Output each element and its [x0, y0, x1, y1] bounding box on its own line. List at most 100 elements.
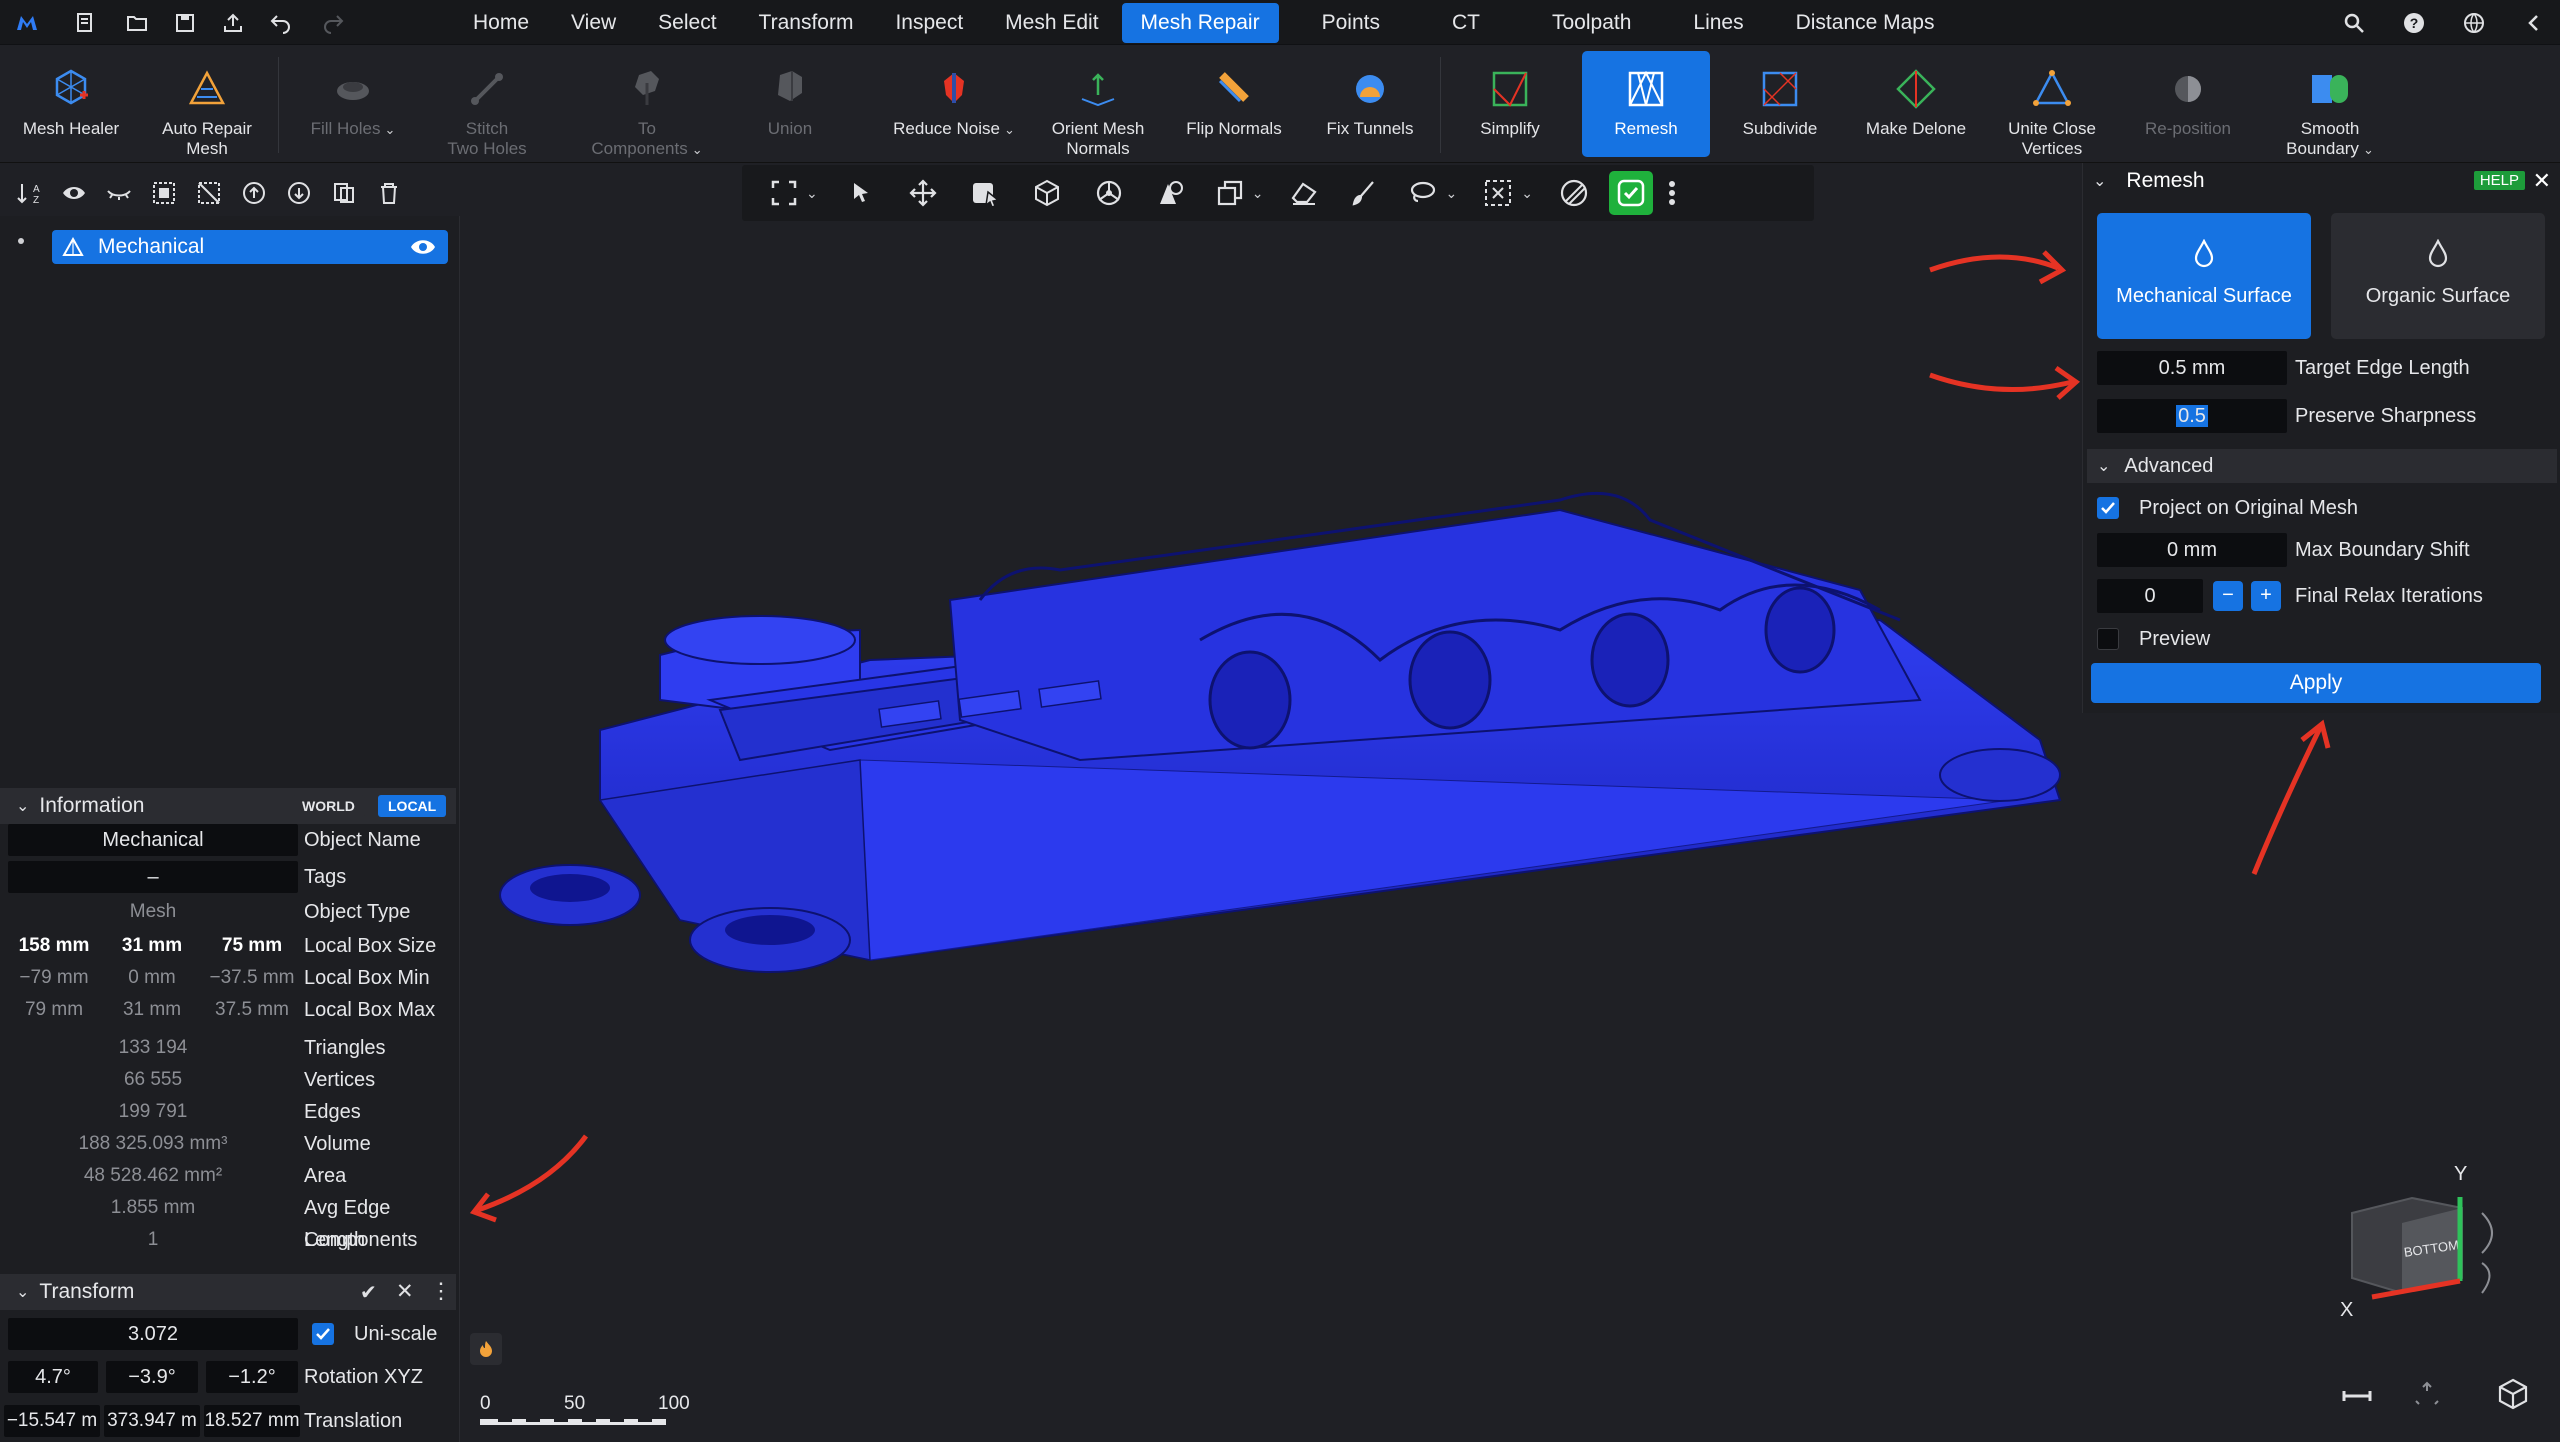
to-components-button[interactable]: To Components ⌄	[574, 51, 720, 158]
translation-z-field[interactable]: 18.527 mm	[204, 1405, 300, 1437]
organic-surface-button[interactable]: Organic Surface	[2331, 213, 2545, 339]
copy-icon[interactable]: ⌄	[1216, 173, 1264, 213]
perspective-cube-icon[interactable]	[2496, 1377, 2530, 1411]
reduce-noise-button[interactable]: Reduce Noise ⌄	[884, 51, 1024, 157]
rotation-x-field[interactable]: 4.7°	[8, 1361, 98, 1393]
more-vertical-icon[interactable]	[1667, 173, 1677, 213]
close-icon[interactable]: ✕	[396, 1279, 414, 1304]
more-vertical-icon[interactable]: ⋮	[430, 1278, 452, 1304]
translation-y-field[interactable]: 373.947 m	[104, 1405, 200, 1437]
menu-view[interactable]: View	[552, 3, 635, 43]
chevron-down-icon[interactable]: ⌄	[1252, 185, 1264, 202]
move-down-icon[interactable]	[283, 177, 315, 209]
brush-icon[interactable]	[1349, 173, 1377, 213]
box-select-icon[interactable]: ⌄	[1483, 173, 1533, 213]
lasso-icon[interactable]: ⌄	[1407, 173, 1457, 213]
shapes-icon[interactable]	[1156, 173, 1186, 213]
menu-ct[interactable]: CT	[1433, 3, 1499, 43]
app-logo-icon[interactable]	[10, 6, 44, 40]
select-face-icon[interactable]	[970, 173, 1000, 213]
unite-close-vertices-button[interactable]: Unite Close Vertices	[1994, 51, 2110, 158]
redo-icon[interactable]	[316, 6, 350, 40]
disable-icon[interactable]	[1559, 173, 1589, 213]
target-edge-length-input[interactable]: 0.5 mm	[2097, 351, 2287, 385]
select-all-icon[interactable]	[148, 177, 180, 209]
stitch-holes-button[interactable]: Stitch Two Holes	[426, 51, 548, 158]
relax-iterations-input[interactable]: 0	[2097, 579, 2203, 613]
deselect-icon[interactable]	[193, 177, 225, 209]
menu-mesh-repair[interactable]: Mesh Repair	[1121, 2, 1279, 43]
menu-home[interactable]: Home	[454, 3, 548, 43]
view-cube-graphic[interactable]: BOTTOM	[2342, 1163, 2502, 1313]
union-button[interactable]: Union	[730, 51, 850, 157]
transform-header[interactable]: ⌄ Transform ✔ ✕ ⋮	[0, 1274, 456, 1310]
rotation-z-field[interactable]: −1.2°	[206, 1361, 298, 1393]
preserve-sharpness-input[interactable]: 0.5	[2097, 399, 2287, 433]
reposition-button[interactable]: Re-position	[2130, 51, 2246, 157]
scale-field[interactable]: 3.072	[8, 1318, 298, 1350]
chevron-down-icon[interactable]: ⌄	[1445, 185, 1457, 202]
tree-item-mechanical[interactable]: Mechanical	[52, 230, 448, 264]
menu-distance-maps[interactable]: Distance Maps	[1777, 3, 1954, 43]
auto-repair-button[interactable]: Auto Repair Mesh	[146, 51, 268, 158]
preview-checkbox[interactable]	[2097, 628, 2119, 650]
fix-tunnels-button[interactable]: Fix Tunnels	[1312, 51, 1428, 157]
save-icon[interactable]	[168, 6, 202, 40]
object-name-field[interactable]: Mechanical	[8, 824, 298, 856]
flip-normals-button[interactable]: Flip Normals	[1176, 51, 1292, 157]
chevron-down-icon[interactable]: ⌄	[1521, 185, 1533, 202]
chevron-down-icon[interactable]: ⌄	[2093, 171, 2106, 191]
ruler-icon[interactable]	[2342, 1381, 2372, 1411]
fit-view-icon[interactable]	[2412, 1379, 2442, 1409]
menu-transform[interactable]: Transform	[740, 3, 873, 43]
tags-field[interactable]: –	[8, 861, 298, 893]
flame-icon[interactable]	[470, 1333, 502, 1365]
chevron-down-icon[interactable]: ⌄	[2363, 142, 2374, 157]
local-toggle[interactable]: LOCAL	[378, 795, 447, 817]
translation-x-field[interactable]: −15.547 m	[4, 1405, 100, 1437]
move-icon[interactable]	[908, 173, 938, 213]
eraser-icon[interactable]	[1289, 173, 1319, 213]
fill-holes-button[interactable]: Fill Holes ⌄	[292, 51, 414, 157]
eye-icon[interactable]	[58, 177, 90, 209]
simplify-button[interactable]: Simplify	[1452, 51, 1568, 157]
menu-select[interactable]: Select	[639, 3, 735, 43]
move-up-icon[interactable]	[238, 177, 270, 209]
chevron-down-icon[interactable]: ⌄	[692, 142, 703, 157]
close-icon[interactable]: ✕	[2533, 168, 2551, 194]
check-icon[interactable]: ✔	[360, 1280, 377, 1305]
visibility-eye-icon[interactable]	[410, 237, 436, 257]
eye-closed-icon[interactable]	[103, 177, 135, 209]
smooth-boundary-button[interactable]: Smooth Boundary ⌄	[2264, 51, 2396, 158]
uniscale-checkbox[interactable]	[312, 1323, 334, 1345]
chevron-down-icon[interactable]: ⌄	[1004, 122, 1015, 137]
rotation-y-field[interactable]: −3.9°	[106, 1361, 198, 1393]
fit-screen-icon[interactable]: ⌄	[770, 173, 818, 213]
confirm-checkbox-icon[interactable]	[1608, 171, 1653, 215]
decrement-button[interactable]: −	[2213, 581, 2243, 611]
make-delone-button[interactable]: Make Delone	[1858, 51, 1974, 157]
menu-inspect[interactable]: Inspect	[876, 3, 982, 43]
view-cube[interactable]: BOTTOM Y X	[2340, 1163, 2502, 1321]
sort-icon[interactable]: AZ	[13, 177, 45, 209]
increment-button[interactable]: +	[2251, 581, 2281, 611]
duplicate-icon[interactable]	[328, 177, 360, 209]
subdivide-button[interactable]: Subdivide	[1722, 51, 1838, 157]
mechanical-surface-button[interactable]: Mechanical Surface	[2097, 213, 2311, 339]
apply-button[interactable]: Apply	[2091, 663, 2541, 703]
mesh-healer-button[interactable]: Mesh Healer	[10, 51, 132, 157]
menu-points[interactable]: Points	[1303, 3, 1399, 43]
advanced-header[interactable]: ⌄ Advanced	[2087, 449, 2557, 483]
orient-normals-button[interactable]: Orient Mesh Normals	[1040, 51, 1156, 158]
rotate-mesh-icon[interactable]	[1032, 173, 1062, 213]
pointer-icon[interactable]	[848, 173, 874, 213]
orbit-icon[interactable]	[1094, 173, 1124, 213]
undo-icon[interactable]	[264, 6, 298, 40]
help-icon[interactable]: ?	[2396, 5, 2432, 41]
export-icon[interactable]	[216, 6, 250, 40]
chevron-down-icon[interactable]: ⌄	[385, 122, 396, 137]
new-file-icon[interactable]	[68, 6, 102, 40]
menu-lines[interactable]: Lines	[1674, 3, 1762, 43]
globe-icon[interactable]	[2456, 5, 2492, 41]
open-folder-icon[interactable]	[120, 6, 154, 40]
